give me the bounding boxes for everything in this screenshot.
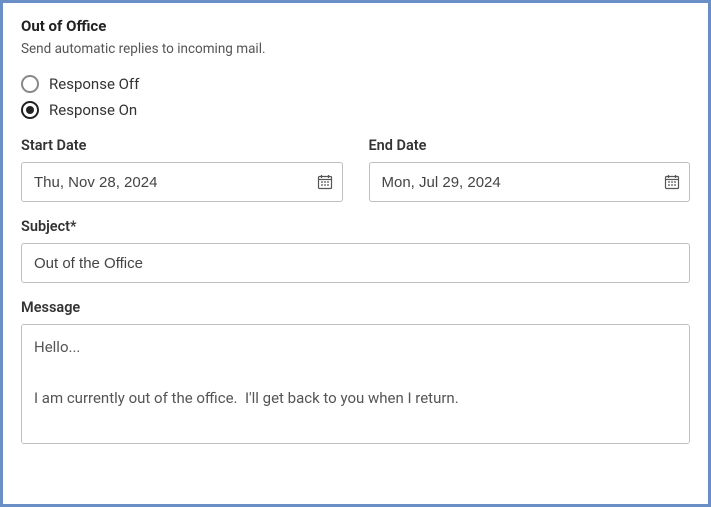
response-off-label: Response Off — [49, 75, 139, 93]
out-of-office-panel: Out of Office Send automatic replies to … — [0, 0, 711, 507]
end-date-input[interactable] — [369, 162, 691, 202]
response-on-label: Response On — [49, 101, 137, 119]
radio-icon — [21, 75, 39, 93]
response-off-radio[interactable]: Response Off — [21, 75, 690, 93]
message-textarea[interactable] — [21, 324, 690, 444]
response-on-radio[interactable]: Response On — [21, 101, 690, 119]
response-radio-group: Response Off Response On — [21, 75, 690, 119]
calendar-icon[interactable] — [317, 174, 333, 190]
subject-label: Subject* — [21, 218, 690, 235]
message-label: Message — [21, 299, 690, 316]
panel-subtitle: Send automatic replies to incoming mail. — [21, 41, 690, 57]
subject-input[interactable] — [21, 243, 690, 283]
start-date-input[interactable] — [21, 162, 343, 202]
start-date-label: Start Date — [21, 137, 343, 154]
panel-title: Out of Office — [21, 17, 690, 35]
end-date-label: End Date — [369, 137, 691, 154]
radio-icon — [21, 101, 39, 119]
calendar-icon[interactable] — [664, 174, 680, 190]
